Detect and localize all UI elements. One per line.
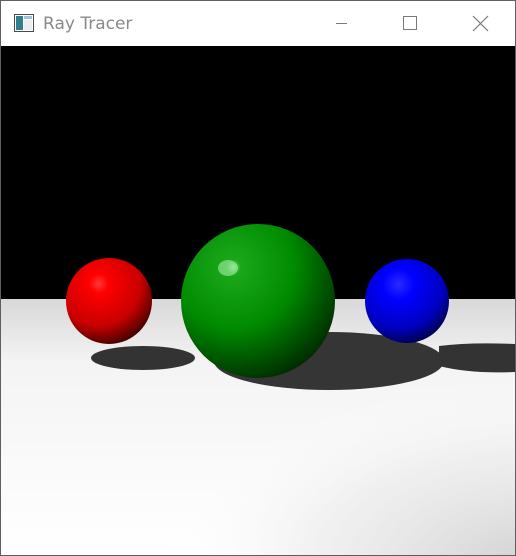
render-viewport — [1, 46, 515, 555]
red-sphere-shadow — [91, 346, 195, 370]
app-window-icon — [14, 14, 34, 32]
red-sphere — [66, 258, 152, 344]
title-bar[interactable]: Ray Tracer — [1, 1, 515, 46]
close-button[interactable] — [457, 1, 503, 46]
blue-sphere — [365, 259, 449, 343]
minimize-icon — [336, 23, 347, 24]
rendered-scene — [1, 224, 515, 555]
maximize-icon — [403, 16, 417, 30]
blue-sphere-shadow — [439, 343, 515, 373]
close-icon — [472, 15, 489, 32]
window-title: Ray Tracer — [43, 14, 133, 34]
ray-tracer-window: Ray Tracer — [0, 0, 516, 556]
minimize-button[interactable] — [318, 1, 364, 46]
green-sphere — [181, 224, 335, 378]
green-sphere-highlight — [218, 260, 238, 276]
maximize-button[interactable] — [386, 1, 432, 46]
